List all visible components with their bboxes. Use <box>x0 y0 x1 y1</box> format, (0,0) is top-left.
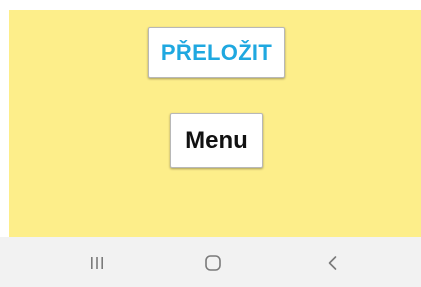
system-navigation-bar <box>0 237 421 287</box>
recent-apps-icon <box>89 255 105 271</box>
recent-apps-button[interactable] <box>79 249 115 277</box>
home-icon <box>204 254 222 272</box>
translate-button[interactable]: PŘELOŽIT <box>148 27 285 78</box>
back-button[interactable] <box>315 249 351 277</box>
back-icon <box>325 255 341 271</box>
content-area: PŘELOŽIT Menu <box>9 10 421 237</box>
menu-button[interactable]: Menu <box>170 113 263 168</box>
home-button[interactable] <box>195 249 231 277</box>
app-screen: PŘELOŽIT Menu <box>0 0 421 287</box>
